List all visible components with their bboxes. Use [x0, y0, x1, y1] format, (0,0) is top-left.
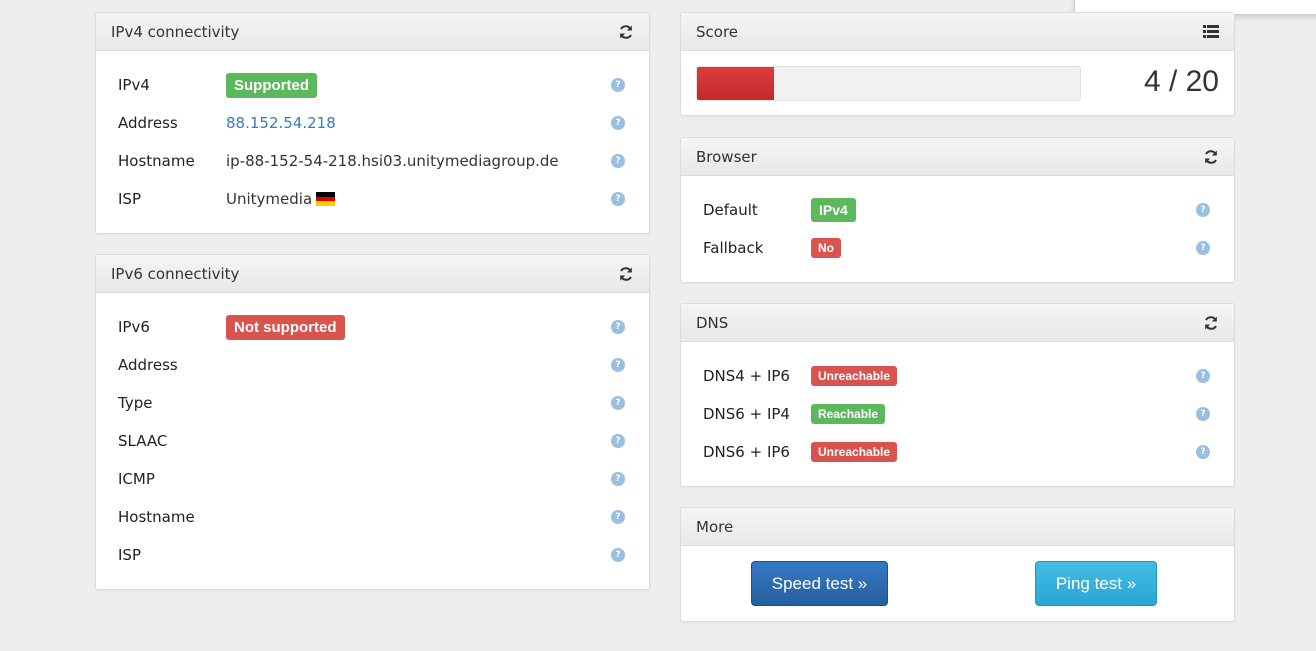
- dns6-ip6-status-badge: Unreachable: [811, 442, 898, 462]
- more-panel: More Speed test » Ping test »: [680, 507, 1235, 622]
- score-panel-header: Score: [681, 13, 1234, 51]
- dns-panel-title: DNS: [696, 313, 729, 332]
- help-icon[interactable]: ?: [611, 434, 625, 448]
- isp-label: ISP: [118, 190, 141, 208]
- score-progress-fill: [697, 67, 774, 100]
- ipv4-label: IPv4: [118, 76, 150, 94]
- ipv4-hostname-value: ip-88-152-54-218.hsi03.unitymediagroup.d…: [226, 152, 559, 170]
- help-icon[interactable]: ?: [611, 510, 625, 524]
- browser-panel: Browser Default IPv4 ? Fallback No ?: [680, 137, 1235, 283]
- ipv4-row-address: Address 88.152.54.218 ?: [96, 111, 649, 135]
- dns4-ip6-status-badge: Unreachable: [811, 366, 898, 386]
- hostname-label: Hostname: [118, 152, 195, 170]
- help-icon[interactable]: ?: [611, 358, 625, 372]
- default-ipv4-badge: IPv4: [811, 198, 856, 222]
- help-icon[interactable]: ?: [611, 396, 625, 410]
- refresh-icon[interactable]: [1202, 148, 1220, 166]
- dns-panel: DNS DNS4 + IP6 Unreachable ? DNS6 + IP4 …: [680, 303, 1235, 487]
- help-icon[interactable]: ?: [611, 154, 625, 168]
- help-icon[interactable]: ?: [611, 320, 625, 334]
- help-icon[interactable]: ?: [1196, 445, 1210, 459]
- ipv4-supported-badge: Supported: [226, 72, 317, 98]
- ipv4-panel-header: IPv4 connectivity: [96, 13, 649, 51]
- isp-label: ISP: [118, 546, 141, 564]
- dns6-ip6-label: DNS6 + IP6: [703, 443, 790, 461]
- ipv4-row-isp: ISP Unitymedia ?: [96, 187, 649, 211]
- help-icon[interactable]: ?: [611, 192, 625, 206]
- help-icon[interactable]: ?: [611, 472, 625, 486]
- hostname-label: Hostname: [118, 508, 195, 526]
- ipv6-row-status: IPv6 Not supported ?: [96, 314, 649, 340]
- more-panel-title: More: [696, 517, 734, 536]
- score-progress-bar: [696, 66, 1081, 101]
- ipv4-isp-value: Unitymedia: [226, 190, 313, 208]
- ipv6-row-icmp: ICMP ?: [96, 467, 649, 491]
- browser-panel-header: Browser: [681, 138, 1234, 176]
- dns6-ip4-status-badge: Reachable: [811, 404, 886, 424]
- more-panel-header: More: [681, 508, 1234, 546]
- ipv6-row-type: Type ?: [96, 391, 649, 415]
- help-icon[interactable]: ?: [611, 78, 625, 92]
- icmp-label: ICMP: [118, 470, 155, 488]
- fallback-no-badge: No: [811, 238, 841, 258]
- dns-row-dns6-ip4: DNS6 + IP4 Reachable ?: [681, 402, 1234, 426]
- help-icon[interactable]: ?: [1196, 369, 1210, 383]
- ipv6-row-slaac: SLAAC ?: [96, 429, 649, 453]
- dns-row-dns6-ip6: DNS6 + IP6 Unreachable ?: [681, 440, 1234, 464]
- refresh-icon[interactable]: [1202, 314, 1220, 332]
- ipv6-panel: IPv6 connectivity IPv6 Not supported ? A…: [95, 254, 650, 590]
- address-label: Address: [118, 114, 178, 132]
- ipv6-not-supported-badge: Not supported: [226, 314, 345, 340]
- score-panel: Score 4 / 20: [680, 12, 1235, 116]
- dns4-ip6-label: DNS4 + IP6: [703, 367, 790, 385]
- list-icon[interactable]: [1202, 23, 1220, 41]
- default-label: Default: [703, 201, 758, 219]
- browser-panel-title: Browser: [696, 147, 757, 166]
- dns-panel-header: DNS: [681, 304, 1234, 342]
- ipv4-row-hostname: Hostname ip-88-152-54-218.hsi03.unitymed…: [96, 149, 649, 173]
- ipv4-address-link[interactable]: 88.152.54.218: [226, 114, 336, 132]
- germany-flag-icon: [316, 192, 336, 206]
- score-value: 4 / 20: [1143, 65, 1219, 98]
- browser-row-default: Default IPv4 ?: [681, 198, 1234, 222]
- refresh-icon[interactable]: [617, 23, 635, 41]
- slaac-label: SLAAC: [118, 432, 168, 450]
- refresh-icon[interactable]: [617, 265, 635, 283]
- browser-row-fallback: Fallback No ?: [681, 236, 1234, 260]
- fallback-label: Fallback: [703, 239, 764, 257]
- address-label: Address: [118, 356, 178, 374]
- dns-row-dns4-ip6: DNS4 + IP6 Unreachable ?: [681, 364, 1234, 388]
- ipv6-panel-header: IPv6 connectivity: [96, 255, 649, 293]
- ipv6-row-address: Address ?: [96, 353, 649, 377]
- ipv6-panel-title: IPv6 connectivity: [111, 264, 240, 283]
- help-icon[interactable]: ?: [1196, 241, 1210, 255]
- ipv4-panel: IPv4 connectivity IPv4 Supported ? Addre…: [95, 12, 650, 234]
- ipv6-row-isp: ISP ?: [96, 543, 649, 567]
- speed-test-button[interactable]: Speed test »: [751, 561, 888, 606]
- ipv4-panel-title: IPv4 connectivity: [111, 22, 240, 41]
- help-icon[interactable]: ?: [611, 548, 625, 562]
- help-icon[interactable]: ?: [1196, 407, 1210, 421]
- score-panel-title: Score: [696, 22, 739, 41]
- type-label: Type: [118, 394, 153, 412]
- dns6-ip4-label: DNS6 + IP4: [703, 405, 790, 423]
- help-icon[interactable]: ?: [1196, 203, 1210, 217]
- ipv4-row-status: IPv4 Supported ?: [96, 72, 649, 98]
- ipv6-label: IPv6: [118, 318, 150, 336]
- ipv6-row-hostname: Hostname ?: [96, 505, 649, 529]
- help-icon[interactable]: ?: [611, 116, 625, 130]
- ping-test-button[interactable]: Ping test »: [1035, 561, 1157, 606]
